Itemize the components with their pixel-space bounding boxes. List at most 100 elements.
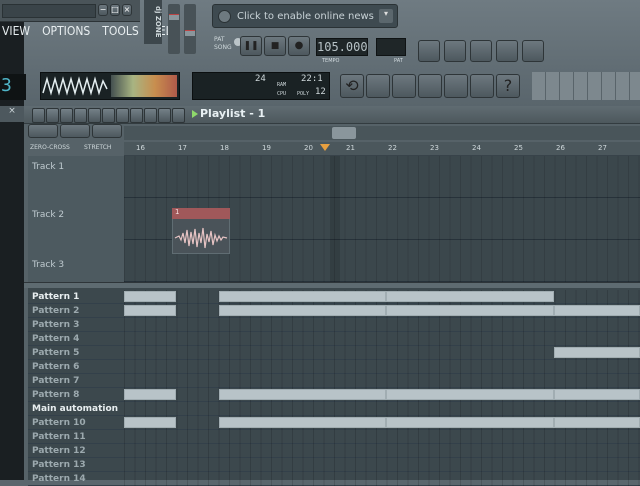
menu-arrow-icon[interactable] — [32, 108, 45, 123]
scroll-thumb[interactable] — [332, 127, 356, 139]
zoom-icon[interactable] — [158, 108, 171, 123]
pattern-clip[interactable] — [554, 305, 640, 316]
pattern-row-grid[interactable] — [124, 458, 640, 472]
track-2-label[interactable]: Track 2 — [32, 210, 64, 220]
pattern-label[interactable]: Pattern 13 — [32, 460, 86, 470]
pause-button[interactable]: ❚❚ — [240, 36, 262, 56]
pattern-clip[interactable] — [554, 389, 640, 400]
pattern-row[interactable]: Pattern 3 — [28, 318, 640, 332]
horizontal-scrollbar[interactable] — [124, 126, 640, 140]
pattern-label[interactable]: Pattern 3 — [32, 320, 79, 330]
pattern-clip[interactable] — [386, 291, 554, 302]
slice-icon[interactable] — [130, 108, 143, 123]
brush-icon[interactable] — [74, 108, 87, 123]
pattern-row[interactable]: Pattern 8 — [28, 388, 640, 402]
pattern-clip[interactable] — [124, 389, 176, 400]
pattern-clip[interactable] — [386, 417, 554, 428]
record-button[interactable]: ● — [288, 36, 310, 56]
maximize-button[interactable]: □ — [110, 4, 120, 16]
help-icon[interactable]: ? — [496, 74, 520, 98]
pattern-clip[interactable] — [124, 305, 176, 316]
pattern-clip[interactable] — [219, 291, 386, 302]
menu-view[interactable]: VIEW — [2, 24, 30, 44]
option-switches[interactable] — [532, 72, 640, 100]
pattern-row-grid[interactable] — [124, 402, 640, 416]
zero-cross-toggle[interactable]: ZERO-CROSS — [30, 144, 70, 151]
chevron-down-icon[interactable]: ▾ — [379, 9, 393, 23]
pattern-label[interactable]: Pattern 11 — [32, 432, 86, 442]
pattern-row-grid[interactable] — [124, 472, 640, 486]
menu-options[interactable]: OPTIONS — [42, 24, 90, 44]
pattern-row-grid[interactable] — [124, 444, 640, 458]
track-3-label[interactable]: Track 3 — [32, 260, 64, 270]
playhead-marker[interactable] — [320, 144, 330, 151]
step-sequencer-icon[interactable] — [444, 40, 466, 62]
pattern-row-grid[interactable] — [124, 374, 640, 388]
pattern-clip[interactable] — [554, 417, 640, 428]
mute-icon[interactable] — [102, 108, 115, 123]
pattern-label[interactable]: Main automation — [32, 404, 118, 414]
minimize-button[interactable]: − — [98, 4, 108, 16]
pattern-row[interactable]: Pattern 10 — [28, 416, 640, 430]
pattern-label[interactable]: Pattern 1 — [32, 292, 79, 302]
audio-clip-header[interactable]: 1 — [172, 208, 230, 219]
piano-roll-icon[interactable] — [470, 40, 492, 62]
pattern-label[interactable]: Pattern 12 — [32, 446, 86, 456]
pattern-clip[interactable] — [219, 417, 386, 428]
tab-automation[interactable] — [60, 124, 90, 138]
pattern-label[interactable]: Pattern 2 — [32, 306, 79, 316]
playback-icon[interactable] — [172, 108, 185, 123]
pattern-row-grid[interactable] — [124, 332, 640, 346]
pattern-label[interactable]: Pattern 6 — [32, 362, 79, 372]
pattern-label[interactable]: Pattern 7 — [32, 376, 79, 386]
pattern-row[interactable]: Pattern 14 — [28, 472, 640, 486]
pattern-row[interactable]: Pattern 12 — [28, 444, 640, 458]
close-icon[interactable]: × — [0, 106, 24, 122]
browser-icon[interactable] — [496, 40, 518, 62]
pattern-row[interactable]: Pattern 7 — [28, 374, 640, 388]
pattern-clip[interactable] — [124, 417, 176, 428]
undo-icon[interactable]: ⟲ — [340, 74, 364, 98]
pattern-clip[interactable] — [124, 291, 176, 302]
pattern-label[interactable]: Pattern 14 — [32, 474, 86, 484]
master-pitch-slider[interactable] — [184, 4, 196, 54]
pattern-row[interactable]: Pattern 11 — [28, 430, 640, 444]
pattern-row[interactable]: Pattern 1 — [28, 290, 640, 304]
pattern-label[interactable]: Pattern 5 — [32, 348, 79, 358]
tab-playlist[interactable] — [28, 124, 58, 138]
pattern-row-grid[interactable] — [124, 360, 640, 374]
pattern-clip[interactable] — [386, 305, 554, 316]
pattern-row[interactable]: Pattern 6 — [28, 360, 640, 374]
link-icon[interactable] — [470, 74, 494, 98]
pattern-row[interactable]: Pattern 5 — [28, 346, 640, 360]
mixer-icon[interactable] — [522, 40, 544, 62]
delete-icon[interactable] — [88, 108, 101, 123]
tools-icon[interactable] — [418, 74, 442, 98]
pattern-label[interactable]: Pattern 8 — [32, 390, 79, 400]
slip-icon[interactable] — [116, 108, 129, 123]
timeline-ruler[interactable]: 16 17 18 19 20 21 22 23 24 25 26 27 — [124, 142, 640, 156]
pattern-row[interactable]: Pattern 2 — [28, 304, 640, 318]
pattern-label[interactable]: Pattern 4 — [32, 334, 79, 344]
pattern-row[interactable]: Pattern 4 — [28, 332, 640, 346]
pattern-row-grid[interactable] — [124, 430, 640, 444]
pattern-display[interactable] — [376, 38, 406, 56]
track-1-label[interactable]: Track 1 — [32, 162, 64, 172]
tempo-display[interactable]: 105.000 — [316, 38, 368, 56]
pattern-row[interactable]: Main automation — [28, 402, 640, 416]
pattern-clip[interactable] — [219, 305, 386, 316]
tab-pattern[interactable] — [92, 124, 122, 138]
pattern-clip[interactable] — [554, 347, 640, 358]
stop-button[interactable]: ■ — [264, 36, 286, 56]
playlist-title[interactable]: Playlist - 1 — [192, 106, 265, 122]
pattern-clip[interactable] — [219, 389, 386, 400]
export-icon[interactable] — [392, 74, 416, 98]
magnet-icon[interactable] — [46, 108, 59, 123]
online-news-bar[interactable]: Click to enable online news ▾ — [212, 4, 398, 28]
pattern-label[interactable]: Pattern 10 — [32, 418, 86, 428]
stretch-toggle[interactable]: STRETCH — [84, 144, 111, 151]
pattern-row[interactable]: Pattern 13 — [28, 458, 640, 472]
pattern-clip[interactable] — [386, 389, 554, 400]
search-icon[interactable] — [444, 74, 468, 98]
menu-tools[interactable]: TOOLS — [102, 24, 138, 44]
